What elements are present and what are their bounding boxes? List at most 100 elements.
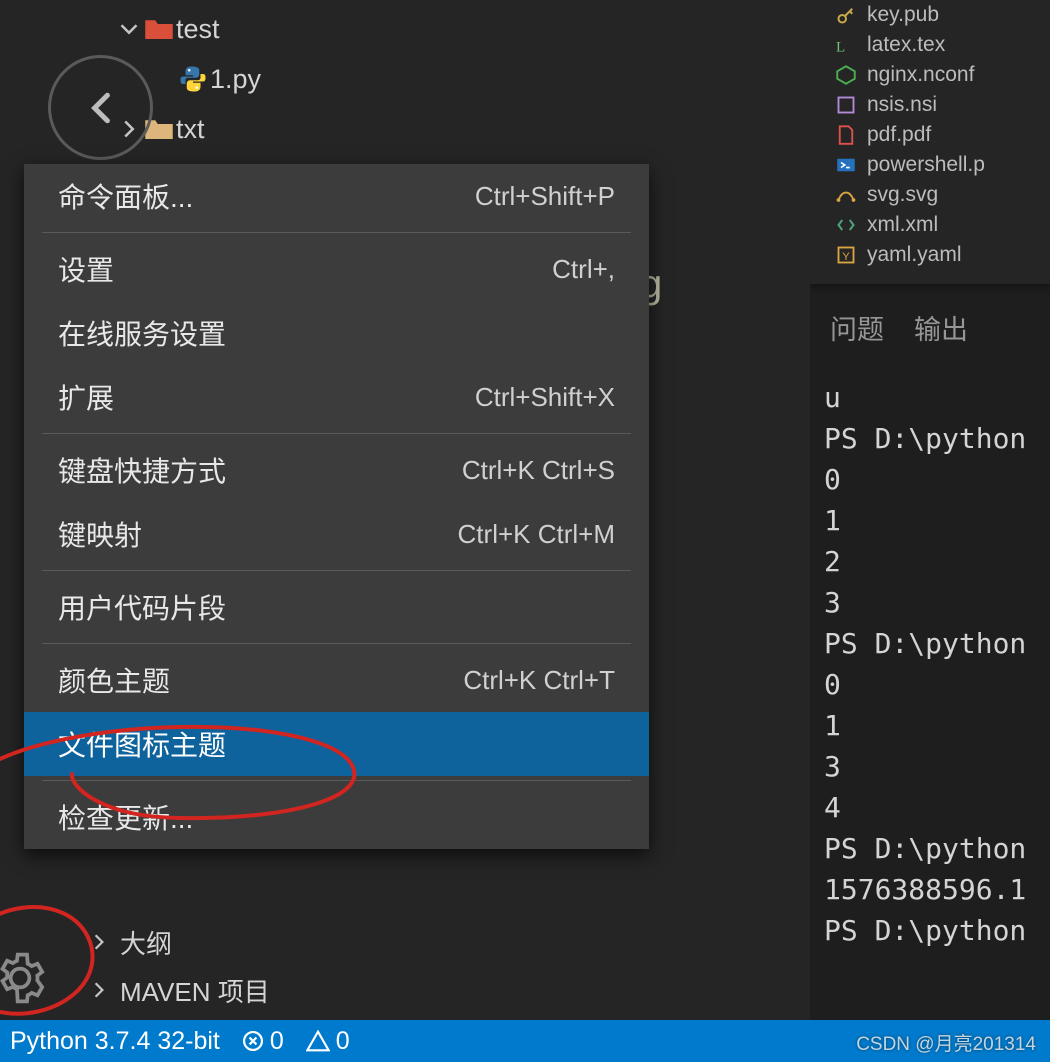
terminal-line: PS D:\python — [824, 627, 1026, 660]
status-python-label: Python 3.7.4 32-bit — [10, 1027, 220, 1056]
key-icon — [835, 4, 857, 26]
latex-icon: L — [835, 34, 857, 56]
menu-separator — [42, 570, 631, 571]
menu-shortcut: Ctrl+, — [552, 254, 615, 285]
file-name: pdf.pdf — [867, 123, 931, 147]
powershell-icon — [835, 154, 857, 176]
panel-tabs: 问题 输出 — [810, 284, 1050, 361]
file-name: powershell.p — [867, 153, 985, 177]
terminal-line: 4 — [824, 791, 841, 824]
status-errors[interactable]: 0 — [242, 1027, 284, 1056]
settings-gear-button[interactable] — [0, 946, 52, 1010]
list-item[interactable]: Llatex.tex — [810, 30, 1050, 60]
list-item[interactable]: powershell.p — [810, 150, 1050, 180]
tree-label: txt — [176, 114, 205, 145]
tree-folder-test[interactable]: test — [0, 4, 810, 54]
svg-text:L: L — [836, 39, 845, 55]
tree-label: test — [176, 14, 220, 45]
menu-color-theme[interactable]: 颜色主题 Ctrl+K Ctrl+T — [24, 648, 649, 712]
status-python[interactable]: Python 3.7.4 32-bit — [10, 1027, 220, 1056]
terminal-line: 0 — [824, 668, 841, 701]
file-name: key.pub — [867, 3, 939, 27]
menu-label: 键映射 — [58, 514, 142, 554]
list-item[interactable]: Yyaml.yaml — [810, 240, 1050, 270]
list-item[interactable]: xml.xml — [810, 210, 1050, 240]
file-name: latex.tex — [867, 33, 945, 57]
svg-icon — [835, 184, 857, 206]
section-outline[interactable]: 大纲 — [90, 918, 270, 966]
list-item[interactable]: nginx.nconf — [810, 60, 1050, 90]
menu-label: 用户代码片段 — [58, 587, 226, 627]
error-icon — [242, 1030, 264, 1052]
terminal-line: u — [824, 381, 841, 414]
xml-icon — [835, 214, 857, 236]
list-item[interactable]: key.pub — [810, 0, 1050, 30]
menu-label: 检查更新... — [58, 797, 193, 837]
file-name: nginx.nconf — [867, 63, 974, 87]
file-name: xml.xml — [867, 213, 938, 237]
nsis-icon — [835, 94, 857, 116]
tree-label: 1.py — [210, 64, 261, 95]
menu-separator — [42, 780, 631, 781]
folder-red-icon — [142, 16, 176, 42]
file-name: svg.svg — [867, 183, 938, 207]
explorer-sections: 大纲 MAVEN 项目 — [90, 918, 270, 1014]
menu-keyboard-shortcuts[interactable]: 键盘快捷方式 Ctrl+K Ctrl+S — [24, 438, 649, 502]
settings-context-menu: 命令面板... Ctrl+Shift+P 设置 Ctrl+, 在线服务设置 扩展… — [24, 164, 649, 849]
chevron-right-icon — [90, 933, 120, 951]
section-maven[interactable]: MAVEN 项目 — [90, 966, 270, 1014]
terminal-line: PS D:\python — [824, 914, 1026, 947]
menu-shortcut: Ctrl+K Ctrl+S — [462, 455, 615, 486]
menu-settings[interactable]: 设置 Ctrl+, — [24, 237, 649, 301]
menu-label: 扩展 — [58, 377, 114, 417]
tab-problems[interactable]: 问题 — [830, 308, 884, 347]
status-warnings-count: 0 — [336, 1027, 350, 1056]
python-icon — [176, 64, 210, 94]
menu-file-icon-theme[interactable]: 文件图标主题 — [24, 712, 649, 776]
explorer-pane: test 1.py txt g — [0, 0, 810, 1020]
menu-shortcut: Ctrl+Shift+X — [475, 382, 615, 413]
terminal-line: 2 — [824, 545, 841, 578]
menu-command-palette[interactable]: 命令面板... Ctrl+Shift+P — [24, 164, 649, 228]
terminal-line: 3 — [824, 750, 841, 783]
list-item[interactable]: pdf.pdf — [810, 120, 1050, 150]
watermark: CSDN @月亮201314 — [856, 1029, 1036, 1056]
list-item[interactable]: svg.svg — [810, 180, 1050, 210]
yaml-icon: Y — [835, 244, 857, 266]
tab-output[interactable]: 输出 — [914, 308, 968, 347]
terminal-line: PS D:\python — [824, 832, 1026, 865]
menu-shortcut: Ctrl+K Ctrl+M — [458, 519, 615, 550]
terminal-line: 0 — [824, 463, 841, 496]
menu-check-updates[interactable]: 检查更新... — [24, 785, 649, 849]
terminal-line: 1 — [824, 504, 841, 537]
menu-shortcut: Ctrl+Shift+P — [475, 181, 615, 212]
menu-online-services[interactable]: 在线服务设置 — [24, 301, 649, 365]
status-errors-count: 0 — [270, 1027, 284, 1056]
chevron-down-icon — [116, 19, 142, 39]
section-label: 大纲 — [120, 924, 172, 961]
menu-label: 颜色主题 — [58, 660, 170, 700]
file-name: yaml.yaml — [867, 243, 962, 267]
right-panel: key.pub Llatex.tex nginx.nconf nsis.nsi … — [810, 0, 1050, 1020]
status-warnings[interactable]: 0 — [306, 1027, 350, 1056]
menu-label: 命令面板... — [58, 176, 193, 216]
menu-keymaps[interactable]: 键映射 Ctrl+K Ctrl+M — [24, 502, 649, 566]
warning-icon — [306, 1030, 330, 1052]
menu-label: 键盘快捷方式 — [58, 450, 226, 490]
menu-separator — [42, 643, 631, 644]
list-item[interactable]: nsis.nsi — [810, 90, 1050, 120]
terminal-output[interactable]: u PS D:\python 0 1 2 3 PS D:\python 0 1 … — [810, 361, 1050, 951]
menu-label: 文件图标主题 — [58, 724, 226, 764]
menu-label: 在线服务设置 — [58, 313, 226, 353]
section-label: MAVEN 项目 — [120, 972, 270, 1009]
menu-extensions[interactable]: 扩展 Ctrl+Shift+X — [24, 365, 649, 429]
file-type-list: key.pub Llatex.tex nginx.nconf nsis.nsi … — [810, 0, 1050, 284]
chevron-right-icon — [90, 981, 120, 999]
svg-text:Y: Y — [842, 251, 850, 263]
back-button[interactable] — [48, 55, 153, 160]
menu-user-snippets[interactable]: 用户代码片段 — [24, 575, 649, 639]
menu-label: 设置 — [58, 249, 114, 289]
menu-shortcut: Ctrl+K Ctrl+T — [463, 665, 615, 696]
menu-separator — [42, 433, 631, 434]
terminal-line: 1 — [824, 709, 841, 742]
